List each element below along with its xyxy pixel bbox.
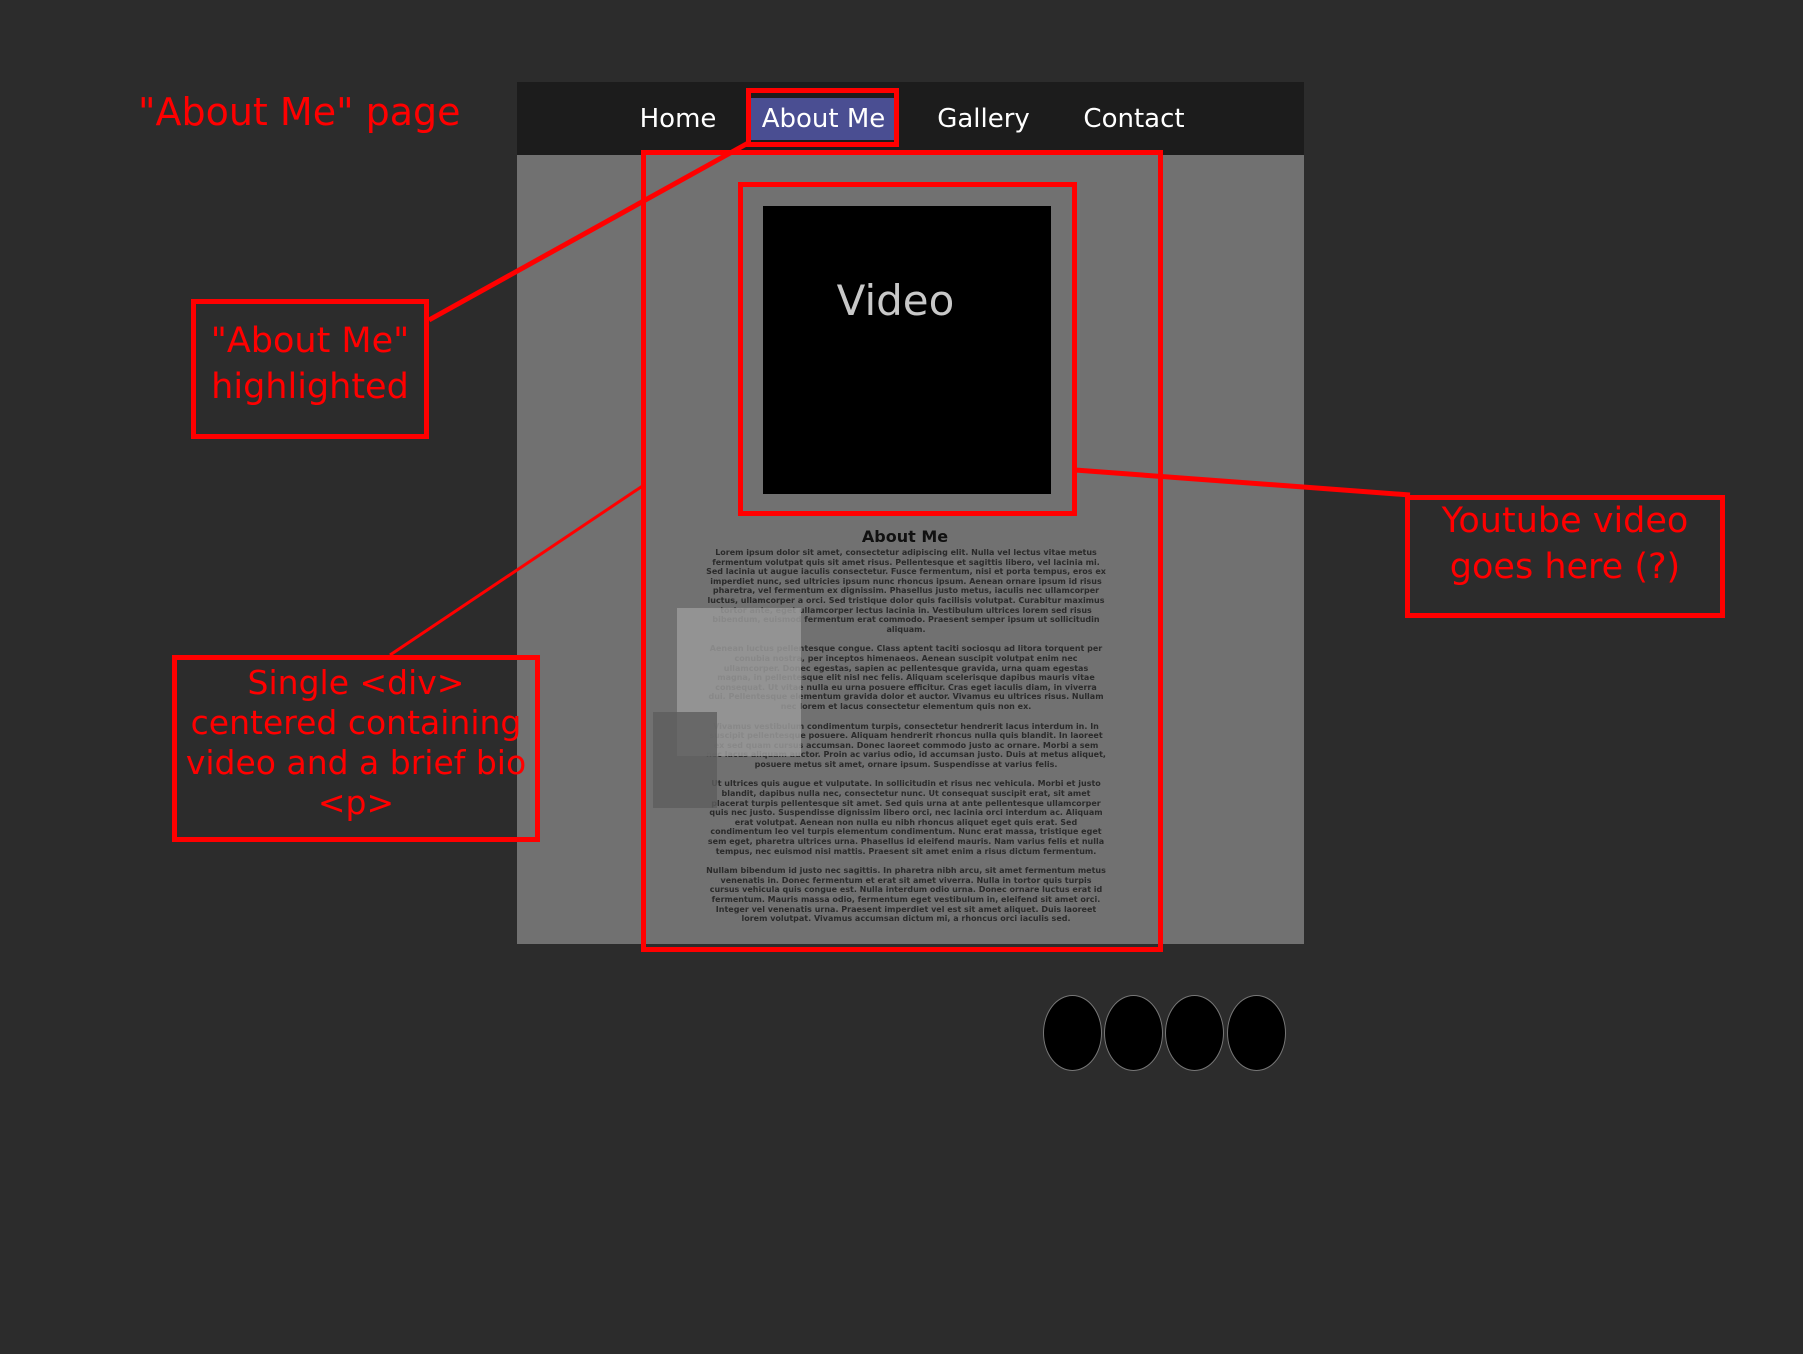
connector-highlight	[427, 139, 752, 323]
annotation-connectors	[389, 139, 1411, 657]
connector-video	[1074, 467, 1411, 498]
connector-div	[389, 483, 645, 657]
